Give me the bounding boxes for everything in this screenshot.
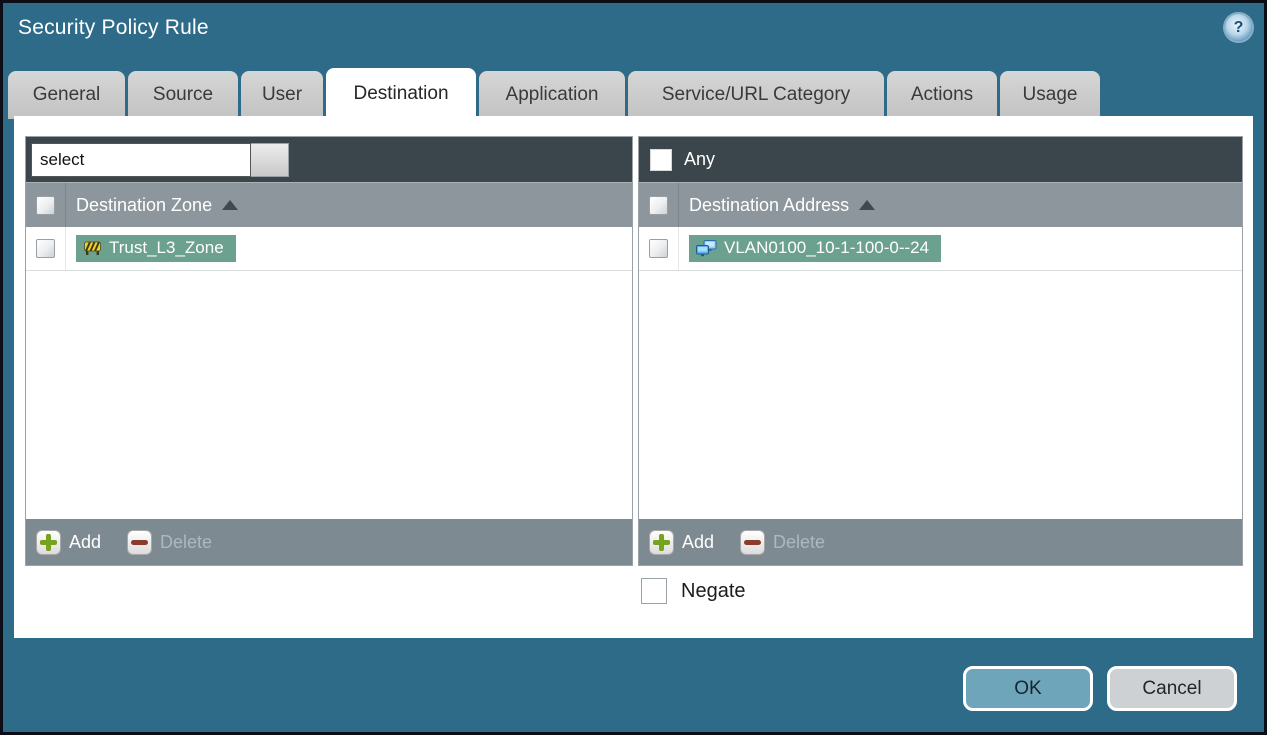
address-delete-label: Delete [773,531,826,552]
sort-ascending-icon [859,200,876,210]
address-list: VLAN0100_10-1-100-0--24 [639,227,1242,519]
tab-actions[interactable]: Actions [887,71,997,119]
address-toolbar: Any [639,137,1242,182]
delete-icon [740,529,766,555]
any-label: Any [684,149,716,169]
network-computers-icon [696,239,717,256]
security-policy-rule-dialog: Security Policy Rule ? General Source Us… [3,3,1264,732]
negate-checkbox[interactable] [641,578,667,604]
destination-address-panel: Any Destination Address VLAN0100_10-1-10… [638,136,1243,566]
table-row[interactable]: Trust_L3_Zone [26,227,632,271]
address-column-header-row: Destination Address [639,182,1242,227]
zone-column-header-row: Destination Zone [26,182,632,227]
dialog-title: Security Policy Rule [18,16,209,39]
negate-label: Negate [681,579,746,602]
zone-entry-label: Trust_L3_Zone [109,238,224,257]
tab-content: Destination Zone [14,116,1253,638]
cancel-button[interactable]: Cancel [1107,666,1237,711]
zone-list: Trust_L3_Zone [26,227,632,519]
zone-column-header-label: Destination Zone [76,194,213,215]
delete-icon [127,529,153,555]
zone-select-input[interactable] [31,142,251,177]
address-entry[interactable]: VLAN0100_10-1-100-0--24 [689,235,942,262]
address-row-checkbox-cell [639,227,679,270]
tab-usage[interactable]: Usage [1000,71,1100,119]
zone-entry[interactable]: Trust_L3_Zone [76,235,236,262]
tab-source[interactable]: Source [128,71,238,119]
zone-delete-label: Delete [160,531,213,552]
zone-select-combo [31,142,289,177]
zone-select-dropdown-button[interactable] [251,142,289,177]
help-icon[interactable]: ? [1225,14,1252,41]
address-delete-button[interactable]: Delete [740,529,826,555]
any-option: Any [644,148,716,171]
address-footer: Add Delete [639,519,1242,565]
table-row[interactable]: VLAN0100_10-1-100-0--24 [639,227,1242,271]
zone-toolbar [26,137,632,182]
zone-header-checkbox-cell [26,183,66,227]
address-column-header[interactable]: Destination Address [689,194,876,216]
zone-add-label: Add [69,531,102,552]
address-entry-label: VLAN0100_10-1-100-0--24 [724,238,930,257]
tab-user[interactable]: User [241,71,323,119]
zone-row-checkbox-cell [26,227,66,270]
zone-delete-button[interactable]: Delete [127,529,213,555]
address-add-button[interactable]: Add [649,529,715,555]
zone-column-header[interactable]: Destination Zone [76,194,239,216]
destination-zone-panel: Destination Zone [25,136,633,566]
address-column-header-label: Destination Address [689,194,850,215]
zone-row-checkbox[interactable] [36,239,55,258]
add-icon [36,529,61,555]
tab-bar: General Source User Destination Applicat… [8,68,1100,119]
address-row-checkbox[interactable] [649,239,668,258]
zone-add-button[interactable]: Add [36,529,102,555]
zone-select-all-checkbox[interactable] [36,195,55,215]
ok-button[interactable]: OK [963,666,1093,711]
sort-ascending-icon [222,200,239,210]
address-add-label: Add [682,531,715,552]
screen: Security Policy Rule ? General Source Us… [0,0,1267,735]
negate-option: Negate [641,578,746,604]
zone-icon [84,241,101,255]
tab-general[interactable]: General [8,71,125,119]
tab-service-url-category[interactable]: Service/URL Category [628,71,884,119]
tab-application[interactable]: Application [479,71,625,119]
tab-destination[interactable]: Destination [326,68,476,119]
add-icon [649,529,674,555]
address-header-checkbox-cell [639,183,679,227]
any-checkbox[interactable] [650,148,672,171]
address-select-all-checkbox[interactable] [649,195,668,215]
zone-footer: Add Delete [26,519,632,565]
